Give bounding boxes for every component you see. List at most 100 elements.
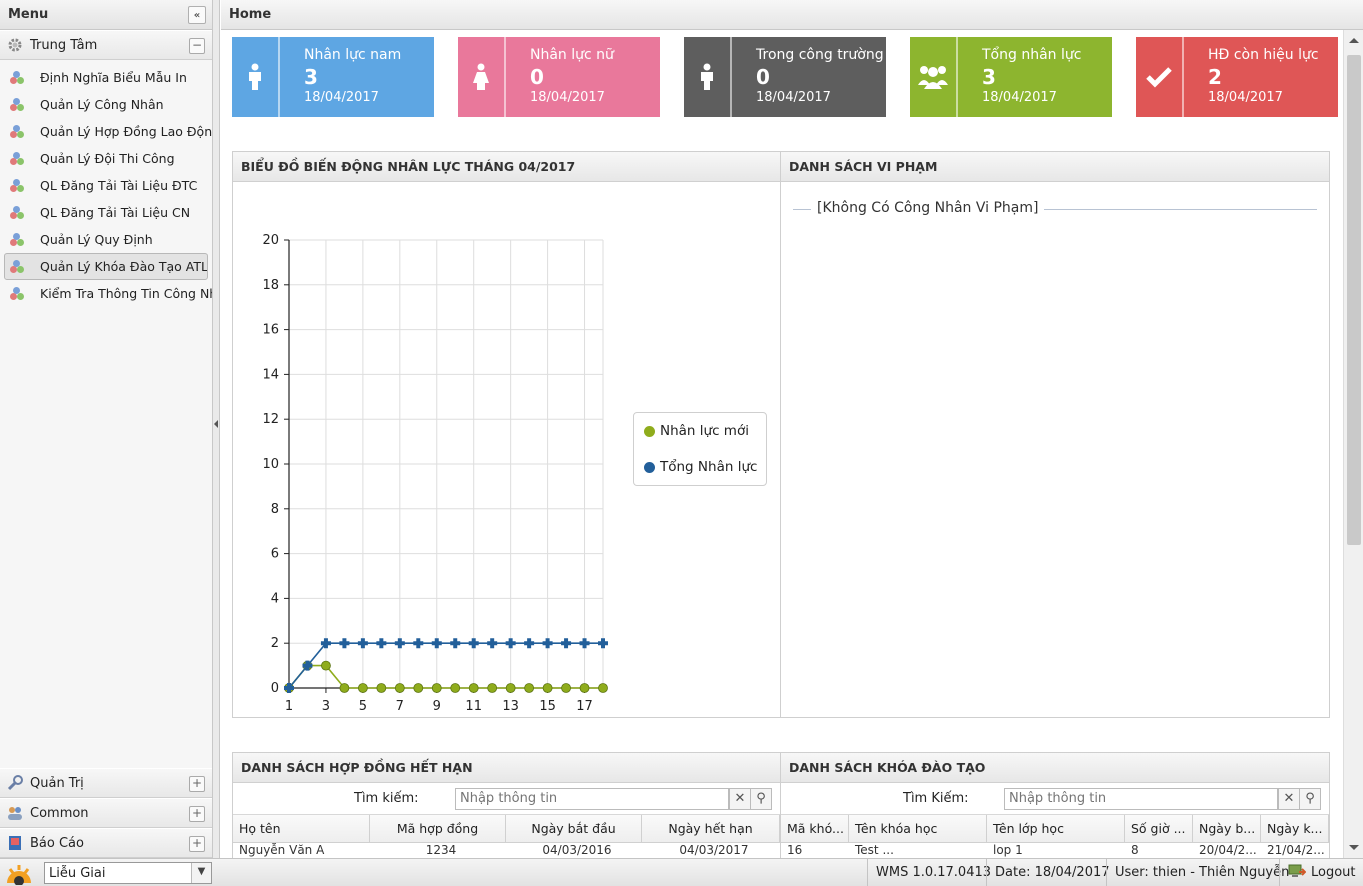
app-logo-icon — [4, 861, 34, 886]
scroll-down-icon[interactable] — [1349, 845, 1359, 850]
main-scrollbar[interactable] — [1343, 30, 1363, 858]
version-text: WMS 1.0.17.0413 — [867, 859, 999, 886]
clear-icon[interactable]: ✕ — [729, 787, 751, 810]
table-cell: Test ... — [855, 843, 894, 857]
group-common[interactable]: Common + — [0, 798, 212, 828]
courses-rows: 16 Test ... lop 1 8 20/04/2... 21/04/2... — [781, 843, 1329, 858]
sidebar-header: Menu « — [0, 0, 212, 30]
data-point — [598, 683, 608, 693]
data-point — [413, 638, 424, 649]
user-text: User: thien - Thiên Nguyễn — [1106, 859, 1297, 886]
logout-button[interactable]: Logout — [1279, 859, 1363, 886]
stat-tile-date: 18/04/2017 — [756, 90, 831, 105]
table-row[interactable]: 16 Test ... lop 1 8 20/04/2... 21/04/2... — [781, 843, 1329, 858]
data-point — [468, 683, 479, 693]
date-label: Date: 18/04/2017 — [995, 865, 1110, 880]
chart-panel-title: BIỂU ĐỒ BIẾN ĐỘNG NHÂN LỰC THÁNG 04/2017 — [233, 152, 780, 182]
date-text: Date: 18/04/2017 — [986, 859, 1118, 886]
sidebar-item[interactable]: Quản Lý Đội Thi Công — [0, 145, 212, 172]
expand-bao-cao-button[interactable]: + — [189, 836, 205, 852]
table-row[interactable]: Nguyễn Văn A 1234 04/03/2016 04/03/2017 — [233, 843, 780, 858]
x-tick-label: 15 — [539, 699, 556, 714]
logout-label: Logout — [1311, 865, 1356, 880]
contracts-search-input[interactable] — [455, 787, 729, 810]
stat-tile[interactable]: Tổng nhân lực 3 18/04/2017 — [910, 37, 1112, 117]
stat-tile[interactable]: Nhân lực nữ 0 18/04/2017 — [458, 37, 660, 117]
stat-tile-body: Nhân lực nam 3 18/04/2017 — [280, 37, 401, 117]
series-line — [288, 664, 603, 689]
user-group-icon — [10, 259, 26, 275]
data-point — [450, 683, 461, 693]
column-header[interactable]: Tên khóa học — [849, 815, 987, 842]
sidebar-item[interactable]: Quản Lý Khóa Đào Tạo ATLĐ — [4, 253, 208, 280]
search-icon[interactable]: ⚲ — [750, 787, 772, 810]
workforce-chart-panel: BIỂU ĐỒ BIẾN ĐỘNG NHÂN LỰC THÁNG 04/2017… — [232, 151, 781, 718]
sidebar-item-label: Quản Lý Đội Thi Công — [40, 151, 175, 166]
contracts-column-header: Họ tên Mã hợp đồng Ngày bắt đầu Ngày hết hạ… — [233, 815, 780, 843]
legend-item[interactable]: Tổng Nhân lực — [634, 449, 766, 485]
expand-common-button[interactable]: + — [189, 806, 205, 822]
y-tick-label: 2 — [271, 636, 279, 651]
data-point — [579, 638, 590, 649]
search-icon[interactable]: ⚲ — [1299, 787, 1321, 810]
x-tick-label: 9 — [433, 699, 441, 714]
chevron-down-icon[interactable]: ▼ — [191, 863, 211, 883]
sidebar-item[interactable]: Quản Lý Quy Định — [0, 226, 212, 253]
clear-icon[interactable]: ✕ — [1278, 787, 1300, 810]
column-header[interactable]: Ngày b... — [1193, 815, 1261, 842]
column-header[interactable]: Tên lớp học — [987, 815, 1125, 842]
sidebar-item[interactable]: Quản Lý Hợp Đồng Lao Động — [0, 118, 212, 145]
collapse-sidebar-button[interactable]: « — [188, 6, 206, 24]
data-point — [339, 638, 350, 649]
sidebar-item[interactable]: QL Đăng Tải Tài Liệu CN — [0, 199, 212, 226]
courses-title: DANH SÁCH KHÓA ĐÀO TẠO — [781, 753, 1329, 783]
double-chevron-left-icon: « — [193, 9, 201, 21]
y-tick-label: 8 — [271, 502, 279, 517]
legend-label: Nhân lực mới — [660, 423, 749, 439]
column-header[interactable]: Họ tên — [233, 815, 370, 842]
legend-item[interactable]: Nhân lực mới — [634, 413, 766, 449]
column-header[interactable]: Số giờ ... — [1125, 815, 1193, 842]
group-trung-tam[interactable]: Trung Tâm − — [0, 30, 212, 60]
scroll-up-icon[interactable] — [1349, 38, 1359, 43]
stat-tile[interactable]: Nhân lực nam 3 18/04/2017 — [232, 37, 434, 117]
data-point — [450, 638, 461, 649]
column-header[interactable]: Mã khó... — [781, 815, 849, 842]
expired-contracts-panel: DANH SÁCH HỢP ĐỒNG HẾT HẠN Tìm kiếm: ✕ ⚲… — [232, 752, 781, 858]
sidebar-item-label: Quản Lý Công Nhân — [40, 97, 164, 112]
sidebar-item[interactable]: Kiểm Tra Thông Tin Công Nhân — [0, 280, 212, 307]
x-tick-label: 5 — [359, 699, 367, 714]
violations-panel: DANH SÁCH VI PHẠM [Không Có Công Nhân Vi… — [780, 151, 1330, 718]
series-line — [288, 642, 603, 689]
sidebar-item[interactable]: Quản Lý Công Nhân — [0, 91, 212, 118]
collapse-arrow-icon[interactable] — [214, 420, 218, 428]
bottom-groups: Quản Trị + Common + Báo Cáo + — [0, 768, 212, 858]
user-label: User: thien - Thiên Nguyễn — [1115, 865, 1290, 880]
column-header[interactable]: Ngày k... — [1261, 815, 1329, 842]
sidebar-item-label: Quản Lý Hợp Đồng Lao Động — [40, 124, 212, 139]
stat-tile[interactable]: HĐ còn hiệu lực 2 18/04/2017 — [1136, 37, 1338, 117]
project-select[interactable]: Liễu Giai ▼ — [44, 862, 212, 884]
legend-label: Tổng Nhân lực — [660, 459, 758, 475]
sidebar-splitter[interactable] — [213, 0, 220, 858]
collapse-group-button[interactable]: − — [189, 38, 205, 54]
sidebar-title: Menu — [8, 7, 49, 22]
expand-quan-tri-button[interactable]: + — [189, 776, 205, 792]
user-group-icon — [10, 70, 26, 86]
column-header[interactable]: Ngày hết hạn — [642, 815, 780, 842]
courses-search-input[interactable] — [1004, 787, 1278, 810]
y-tick-label: 10 — [262, 457, 279, 472]
sidebar-item[interactable]: QL Đăng Tải Tài Liệu ĐTC — [0, 172, 212, 199]
scrollbar-thumb[interactable] — [1347, 55, 1361, 545]
contracts-search-label: Tìm kiếm: — [354, 791, 419, 806]
column-header[interactable]: Mã hợp đồng — [370, 815, 506, 842]
main-panel: Home Nhân lực nam 3 18/04/2017 Nhân lực nữ 0… — [221, 0, 1363, 858]
stat-tile-value: 3 — [304, 65, 318, 89]
column-header[interactable]: Ngày bắt đầu — [506, 815, 642, 842]
sidebar-item[interactable]: Định Nghĩa Biểu Mẫu In — [0, 64, 212, 91]
group-bao-cao[interactable]: Báo Cáo + — [0, 828, 212, 858]
legend-marker — [644, 461, 655, 473]
courses-column-header: Mã khó... Tên khóa học Tên lớp học Số giờ .… — [781, 815, 1329, 843]
stat-tile[interactable]: Trong công trường 0 18/04/2017 — [684, 37, 886, 117]
group-quan-tri[interactable]: Quản Trị + — [0, 768, 212, 798]
